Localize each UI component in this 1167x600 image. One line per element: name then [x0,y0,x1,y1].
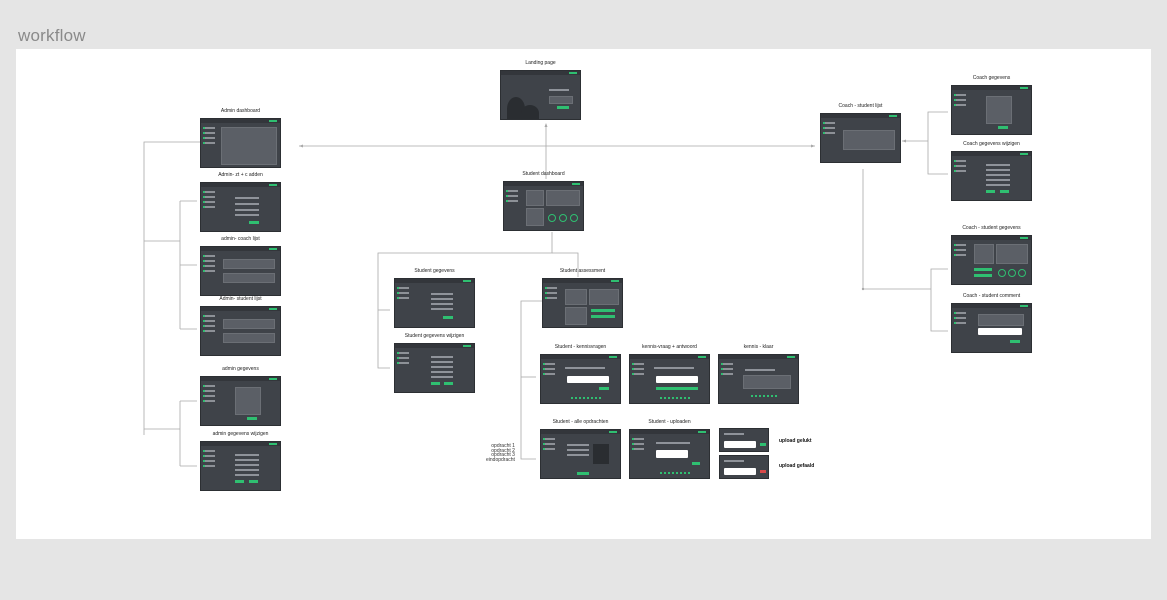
connector-admin-branch [144,201,181,329]
frame-knowledge-question-answer: kennis-vraag + antwoord [629,344,710,404]
frame-caption: Admin- student lijst [219,296,262,302]
frame-caption: Landing page [525,60,556,66]
frame-coach-data: Coach gegevens [951,75,1032,135]
frame-caption: Admin dashboard [220,108,261,114]
frame-coach-student-data: Coach - student gegevens [951,225,1032,285]
frame-student-dashboard: Student dashboard [503,171,584,231]
frame-caption: Coach - student lijst [838,103,883,109]
assignment-label: eindopdracht [486,456,515,463]
coach-edit-screen[interactable] [951,151,1032,201]
student-assessment-screen[interactable] [542,278,623,328]
student-data-screen[interactable] [394,278,475,328]
frame-coach-student-comment: Coach - student comment [951,293,1032,353]
frame-admin-add: Admin- zt + c adden [200,172,281,232]
connector-coach-down [862,169,948,332]
frame-student-questions: Student - kennisvragen [540,344,621,404]
frame-student-assessment: Student assessment [542,268,623,328]
frame-caption: admin gegevens [222,366,259,372]
frame-student-data: Student gegevens [394,268,475,328]
coach-student-data-screen[interactable] [951,235,1032,285]
student-dashboard-screen[interactable] [503,181,584,231]
admin-edit-screen[interactable] [200,441,281,491]
student-questions-screen[interactable] [540,354,621,404]
assignment-labels: opdracht 1 opdracht 2 opdracht 3 eindopd… [486,444,515,462]
admin-data-screen[interactable] [200,376,281,426]
frame-admin-student-list: Admin- student lijst [200,296,281,356]
frame-admin-coach-list: admin- coach lijst [200,236,281,296]
frame-coach-student-list: Coach - student lijst [820,103,901,163]
student-upload-screen[interactable] [629,429,710,479]
coach-student-list-screen[interactable] [820,113,901,163]
frame-admin-edit: admin gegevens wijzigen [200,431,281,491]
upload-success-popup[interactable] [719,428,769,452]
frame-student-upload: Student - uploaden [629,419,710,479]
student-all-assignments-screen[interactable] [540,429,621,479]
frame-admin-dashboard: Admin dashboard [200,108,281,168]
admin-add-screen[interactable] [200,182,281,232]
frame-caption: Student gegevens [414,268,455,274]
admin-coach-list-screen[interactable] [200,246,281,296]
coach-data-screen[interactable] [951,85,1032,135]
frame-knowledge-done: kennis - klaar [718,344,799,404]
frame-upload-failed [719,455,769,479]
coach-student-comment-screen[interactable] [951,303,1032,353]
knowledge-done-screen[interactable] [718,354,799,404]
frame-caption: Student - uploaden [648,419,691,425]
landing-page-screen[interactable] [500,70,581,120]
frame-caption: Coach - student gegevens [962,225,1021,231]
frame-upload-success [719,428,769,452]
frame-caption: Admin- zt + c adden [218,172,263,178]
note-upload-success: upload gelukt [779,438,812,444]
student-edit-screen[interactable] [394,343,475,393]
knowledge-question-answer-screen[interactable] [629,354,710,404]
admin-dashboard-screen[interactable] [200,118,281,168]
admin-student-list-screen[interactable] [200,306,281,356]
frame-admin-data: admin gegevens [200,366,281,426]
frame-coach-edit: Coach gegevens wijzigen [951,141,1032,201]
frame-caption: Coach gegevens [972,75,1011,81]
frame-caption: kennis - klaar [743,344,774,350]
note-upload-failed: upload gefaald [779,463,815,469]
page-title: workflow [18,26,86,45]
frame-caption: Student dashboard [522,171,565,177]
frame-caption: admin gegevens wijzigen [212,431,269,437]
frame-caption: admin- coach lijst [221,236,260,242]
frame-caption: Coach gegevens wijzigen [963,141,1020,147]
frame-caption: Student gegevens wijzigen [404,333,465,339]
frame-caption: Student assessment [559,268,606,274]
workflow-canvas: Landing page Admin dashboard Admin- zt +… [16,49,1151,539]
frame-student-all-assignments: Student - alle opdrachten [540,419,621,479]
frame-landing-page: Landing page [500,60,581,120]
frame-caption: Coach - student comment [962,293,1021,299]
connector-admin-bracket [143,141,200,430]
upload-failed-popup[interactable] [719,455,769,479]
frame-student-edit: Student gegevens wijzigen [394,333,475,393]
